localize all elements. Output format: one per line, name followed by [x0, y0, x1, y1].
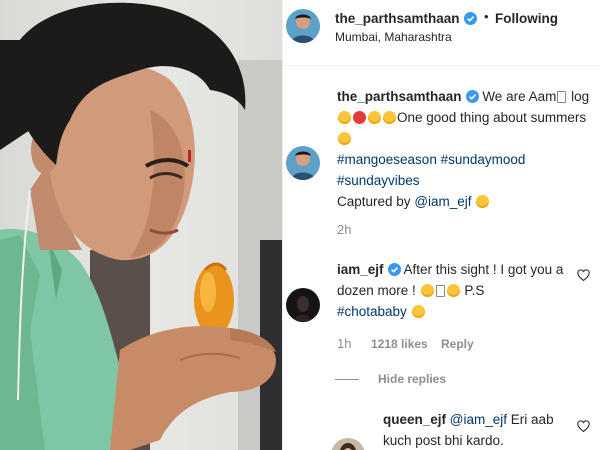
- caption-text: We are Aam: [482, 89, 557, 104]
- man-eating-mango-image: [0, 2, 282, 450]
- caption-text: log: [571, 89, 590, 104]
- comment-timestamp[interactable]: 1h: [337, 336, 351, 351]
- tongue-emoji-icon: [353, 111, 366, 124]
- grimace-emoji-icon: [411, 305, 425, 318]
- avatar[interactable]: [286, 288, 320, 322]
- reply-comment: queen_ejf @iam_ejf Eri aab kuch post bhi…: [383, 409, 573, 450]
- comment: iam_ejf After this sight ! I got you a d…: [337, 259, 573, 322]
- caption-text: One good thing about summers: [397, 110, 587, 125]
- laughing-emoji-icon: [420, 284, 434, 297]
- yum-face-emoji-icon: [338, 111, 351, 124]
- avatar-image: [286, 288, 320, 322]
- missing-glyph-icon: [557, 91, 567, 103]
- smile-emoji-icon: [446, 284, 460, 297]
- caption-credit: Captured by: [337, 194, 411, 209]
- post-photo[interactable]: [0, 0, 282, 450]
- hashtag-link[interactable]: #chotababy: [337, 304, 407, 319]
- heart-icon[interactable]: [577, 269, 590, 281]
- mention-link[interactable]: @iam_ejf: [450, 412, 507, 427]
- replies-divider: [335, 379, 359, 380]
- username-text[interactable]: the_parthsamthaan: [335, 11, 460, 26]
- reply-username[interactable]: queen_ejf: [383, 412, 446, 427]
- comment-text: P.S: [464, 283, 485, 298]
- verified-badge-icon: [463, 12, 477, 25]
- avatar-image: [331, 438, 365, 450]
- reply-button[interactable]: Reply: [441, 337, 474, 351]
- mention-link[interactable]: @iam_ejf: [414, 194, 471, 209]
- reply-label[interactable]: Reply: [441, 337, 474, 351]
- missing-glyph-icon: [435, 285, 445, 297]
- caption: the_parthsamthaan We are Aam log One good…: [337, 86, 595, 212]
- post-location[interactable]: Mumbai, Maharashtra: [335, 30, 452, 44]
- avatar-image: [286, 146, 320, 180]
- avatar[interactable]: [286, 146, 320, 180]
- verified-badge-icon: [387, 263, 401, 276]
- comments-section: the_parthsamthaan We are Aam log One good…: [283, 66, 600, 450]
- hashtag-link[interactable]: #mangoeseason: [337, 152, 437, 167]
- caption-timestamp[interactable]: 2h: [337, 222, 351, 237]
- tongue-wink-emoji-icon: [338, 132, 351, 145]
- caption-username[interactable]: the_parthsamthaan: [337, 89, 462, 104]
- avatar-image: [286, 9, 320, 43]
- hide-replies-button[interactable]: Hide replies: [378, 372, 446, 386]
- avatar[interactable]: [286, 9, 320, 43]
- star-eyes-emoji-icon: [383, 111, 396, 124]
- avatar[interactable]: [331, 438, 365, 450]
- following-button[interactable]: Following: [495, 11, 558, 26]
- post-header: the_parthsamthaan • Following Mumbai, Ma…: [283, 0, 600, 66]
- separator-dot: •: [484, 9, 489, 24]
- post-author-username[interactable]: the_parthsamthaan: [335, 11, 477, 26]
- heart-icon[interactable]: [577, 420, 590, 432]
- likes-text[interactable]: 1218 likes: [371, 337, 428, 351]
- verified-badge-icon: [465, 90, 479, 103]
- nerd-face-emoji-icon: [476, 195, 490, 208]
- hashtag-link[interactable]: #sundayvibes: [337, 173, 420, 188]
- post-side-panel: the_parthsamthaan • Following Mumbai, Ma…: [282, 0, 600, 450]
- comment-username[interactable]: iam_ejf: [337, 262, 384, 277]
- star-eyes-emoji-icon: [368, 111, 381, 124]
- hashtag-link[interactable]: #sundaymood: [441, 152, 526, 167]
- comment-likes-count[interactable]: 1218 likes: [371, 337, 428, 351]
